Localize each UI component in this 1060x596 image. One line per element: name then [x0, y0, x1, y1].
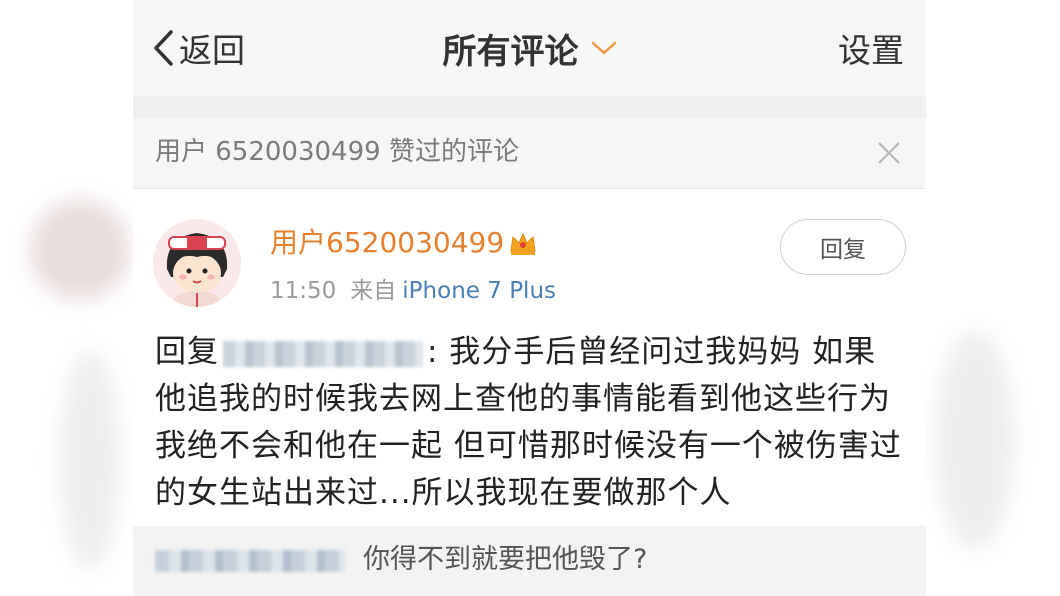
filter-bar: 用户 6520030499 赞过的评论 [133, 118, 926, 189]
comment-body: 回复 : 我分手后曾经问过我妈妈 如果他追我的时候我去网上查他的事情能看到他这些行… [155, 329, 905, 517]
background-blur-left [30, 200, 130, 300]
sub-reply[interactable]: 你得不到就要把他毁了? [133, 526, 926, 596]
nav-bar: 返回 所有评论 设置 [133, 0, 926, 96]
sub-reply-text: 你得不到就要把他毁了? [363, 544, 648, 575]
section-divider [133, 96, 926, 118]
redacted-username [223, 340, 423, 367]
redacted-sub-username [155, 550, 345, 572]
comment-meta: 11:50 来自 iPhone 7 Plus [270, 275, 556, 307]
comment-device-link[interactable]: iPhone 7 Plus [402, 278, 556, 304]
comment-username[interactable]: 用户6520030499 [270, 225, 538, 261]
username-text: 用户6520030499 [270, 226, 505, 259]
background-blur-left-dots [60, 350, 120, 570]
comment-card: 用户6520030499 11:50 来自 iPhone 7 Plus 回复 回复:… [133, 189, 926, 526]
phone-screen: 返回 所有评论 设置 用户 6520030499 赞过的评论 用户6520030… [133, 0, 926, 596]
reply-button[interactable]: 回复 [780, 219, 906, 275]
filter-label: 用户 6520030499 赞过的评论 [155, 137, 519, 167]
page-title-label: 所有评论 [442, 31, 579, 72]
reply-prefix: 回复 [155, 334, 219, 370]
settings-button[interactable]: 设置 [838, 24, 904, 72]
close-icon[interactable] [874, 138, 904, 168]
comment-body-first: : 我分手后曾经问过我妈妈 如果 [427, 334, 877, 370]
background-blur-right [935, 330, 1015, 550]
crown-icon [510, 232, 536, 255]
page-title[interactable]: 所有评论 [133, 24, 926, 72]
comment-time: 11:50 [270, 278, 337, 304]
chevron-down-icon [591, 41, 616, 55]
avatar[interactable] [153, 219, 241, 307]
comment-body-rest: 他追我的时候我去网上查他的事情能看到他这些行为我绝不会和他在一起 但可惜那时候没… [155, 381, 902, 511]
comment-from-label: 来自 [350, 278, 397, 304]
avatar-image [153, 219, 241, 307]
screenshot-stage: 返回 所有评论 设置 用户 6520030499 赞过的评论 用户6520030… [0, 0, 1060, 596]
